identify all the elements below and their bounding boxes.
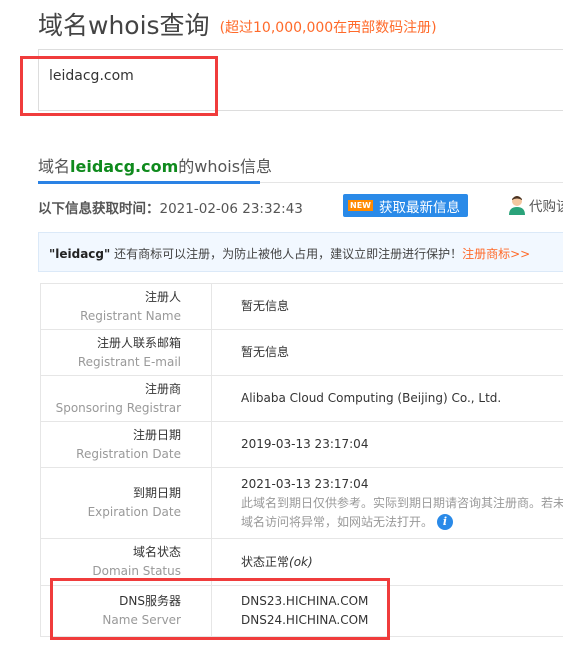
row-key: 注册人联系邮箱 Registrant E-mail bbox=[40, 329, 212, 376]
agent-avatar-icon bbox=[509, 196, 525, 215]
key-zh: 注册人 bbox=[144, 289, 181, 304]
fetch-time-label: 以下信息获取时间： bbox=[38, 201, 160, 217]
notice-name: "leidacg" bbox=[49, 247, 111, 261]
row-key: 注册日期 Registration Date bbox=[40, 421, 212, 468]
key-zh: 注册商 bbox=[144, 381, 181, 396]
status-value: 状态正常 bbox=[241, 554, 290, 569]
key-zh: 注册人联系邮箱 bbox=[96, 335, 181, 350]
page-title: 域名whois查询 (超过10,000,000在西部数码注册) bbox=[38, 6, 437, 42]
trademark-notice: "leidacg" 还有商标可以注册，为防止被他人占用，建议立即注册进行保护！注… bbox=[38, 232, 563, 272]
title-text: 域名whois查询 bbox=[38, 11, 210, 40]
row-value: Alibaba Cloud Computing (Beijing) Co., L… bbox=[211, 375, 563, 422]
row-key: 注册人 Registrant Name bbox=[40, 283, 212, 330]
key-en: Registration Date bbox=[76, 446, 181, 461]
refresh-info-button[interactable]: NEW 获取最新信息 bbox=[343, 194, 468, 217]
key-zh: 注册日期 bbox=[132, 427, 181, 442]
row-key: 注册商 Sponsoring Registrar bbox=[40, 375, 212, 422]
info-icon[interactable]: i bbox=[437, 514, 454, 530]
new-badge: NEW bbox=[348, 200, 373, 211]
fetch-time-value: 2021-02-06 23:32:43 bbox=[159, 201, 303, 217]
highlight-box-search bbox=[20, 56, 218, 116]
row-value: 2019-03-13 23:17:04 bbox=[211, 421, 563, 468]
status-code: (ok) bbox=[289, 554, 313, 569]
agent-purchase-link[interactable]: 代购该 bbox=[508, 195, 563, 215]
table-row: 注册日期 Registration Date 2019-03-13 23:17:04 bbox=[40, 421, 563, 468]
table-row: 注册人联系邮箱 Registrant E-mail 暂无信息 bbox=[40, 329, 563, 376]
agent-label: 代购该 bbox=[529, 199, 563, 215]
key-en: Expiration Date bbox=[87, 505, 181, 519]
row-value: 暂无信息 bbox=[211, 329, 563, 376]
table-row: 注册商 Sponsoring Registrar Alibaba Cloud Com… bbox=[40, 375, 563, 422]
expiration-note: 此域名到期日仅供参考。实际到期日期请咨询其注册商。若未 bbox=[241, 495, 563, 510]
key-zh: 域名状态 bbox=[132, 545, 181, 559]
tab-suffix: 的whois信息 bbox=[178, 157, 273, 176]
key-en: Sponsoring Registrar bbox=[55, 400, 181, 415]
tab-whois-info[interactable]: 域名leidacg.com的whois信息 bbox=[38, 153, 272, 184]
expiration-value: 2021-03-13 23:17:04 bbox=[241, 476, 369, 491]
expiration-note-line2: 域名访问将异常，如网站无法打开。 i bbox=[241, 513, 563, 532]
refresh-label: 获取最新信息 bbox=[378, 199, 460, 216]
key-zh: 到期日期 bbox=[132, 486, 181, 500]
key-en: Registrant E-mail bbox=[77, 354, 181, 369]
tab-prefix: 域名 bbox=[38, 157, 71, 176]
table-row: 注册人 Registrant Name 暂无信息 bbox=[40, 283, 563, 330]
table-row: 到期日期 Expiration Date 2021-03-13 23:17:04 此域… bbox=[40, 467, 563, 539]
notice-text: 还有商标可以注册，为防止被他人占用，建议立即注册进行保护！ bbox=[110, 247, 463, 261]
fetch-time: 以下信息获取时间：2021-02-06 23:32:43 bbox=[38, 197, 303, 217]
row-key: 到期日期 Expiration Date bbox=[40, 467, 212, 539]
highlight-box-dns bbox=[50, 578, 390, 640]
key-en: Registrant Name bbox=[80, 308, 181, 323]
register-trademark-link[interactable]: 注册商标>> bbox=[462, 247, 530, 261]
note-text: 域名访问将异常，如网站无法打开。 bbox=[241, 514, 434, 529]
row-value: 暂无信息 bbox=[211, 283, 563, 330]
row-value: 2021-03-13 23:17:04 此域名到期日仅供参考。实际到期日期请咨询其… bbox=[211, 467, 563, 539]
page-subtitle: (超过10,000,000在西部数码注册) bbox=[219, 20, 437, 36]
tab-domain: leidacg.com bbox=[70, 157, 179, 176]
